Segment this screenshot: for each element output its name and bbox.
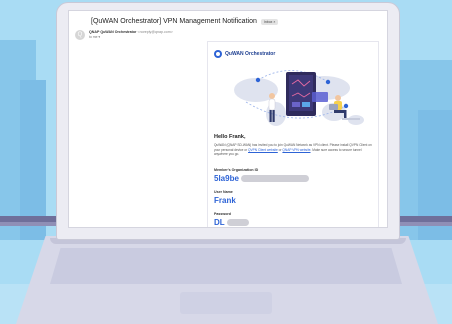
sender-name: QNAP QuWAN Orchestrator [89, 30, 137, 34]
invitation-text: QuWAN (QNAP SD-WAN) has invited you to j… [214, 143, 372, 157]
password-value: DL [214, 218, 249, 227]
sender-email: <noreply@qnap.com> [137, 30, 173, 34]
password-label: Password [214, 212, 231, 216]
inbox-label-badge[interactable]: Inbox × [260, 18, 279, 25]
org-id-text: 5la9be [214, 174, 239, 183]
sender-info: QNAP QuWAN Orchestrator <noreply@qnap.co… [89, 30, 173, 40]
user-name-value: Frank [214, 196, 236, 205]
redacted-block [226, 219, 249, 227]
qnap-vpn-link[interactable]: QNAP VPN website [282, 148, 310, 152]
sender-line: QNAP QuWAN Orchestrator <noreply@qnap.co… [89, 30, 173, 34]
email-body-card: QuWAN Orchestrator Hello Frank, QuWAN (Q… [207, 41, 379, 227]
laptop-touchpad [180, 292, 272, 314]
email-subject-row: [QuWAN Orchestrator] VPN Management Noti… [91, 18, 279, 25]
email-subject: [QuWAN Orchestrator] VPN Management Noti… [91, 18, 257, 25]
redacted-block [240, 175, 309, 183]
password-text: DL [214, 218, 225, 227]
org-id-value: 5la9be [214, 174, 309, 183]
org-id-label: Member's Organization ID [214, 168, 259, 172]
user-name-label: User Name [214, 190, 233, 194]
qvpn-client-link[interactable]: QVPN Client website [248, 148, 278, 152]
qnap-logo-icon [214, 50, 222, 58]
hero-illustration [234, 70, 364, 126]
laptop-keyboard [50, 248, 402, 284]
brand-logo: QuWAN Orchestrator [214, 50, 275, 58]
brand-logo-text: QuWAN Orchestrator [225, 51, 276, 57]
email-sender-row: Q QNAP QuWAN Orchestrator <noreply@qnap.… [75, 30, 173, 40]
greeting-text: Hello Frank, [214, 134, 246, 140]
recipient-dropdown[interactable]: to me ▾ [89, 35, 173, 39]
laptop-screen: [QuWAN Orchestrator] VPN Management Noti… [68, 10, 388, 228]
avatar-icon: Q [75, 30, 85, 40]
